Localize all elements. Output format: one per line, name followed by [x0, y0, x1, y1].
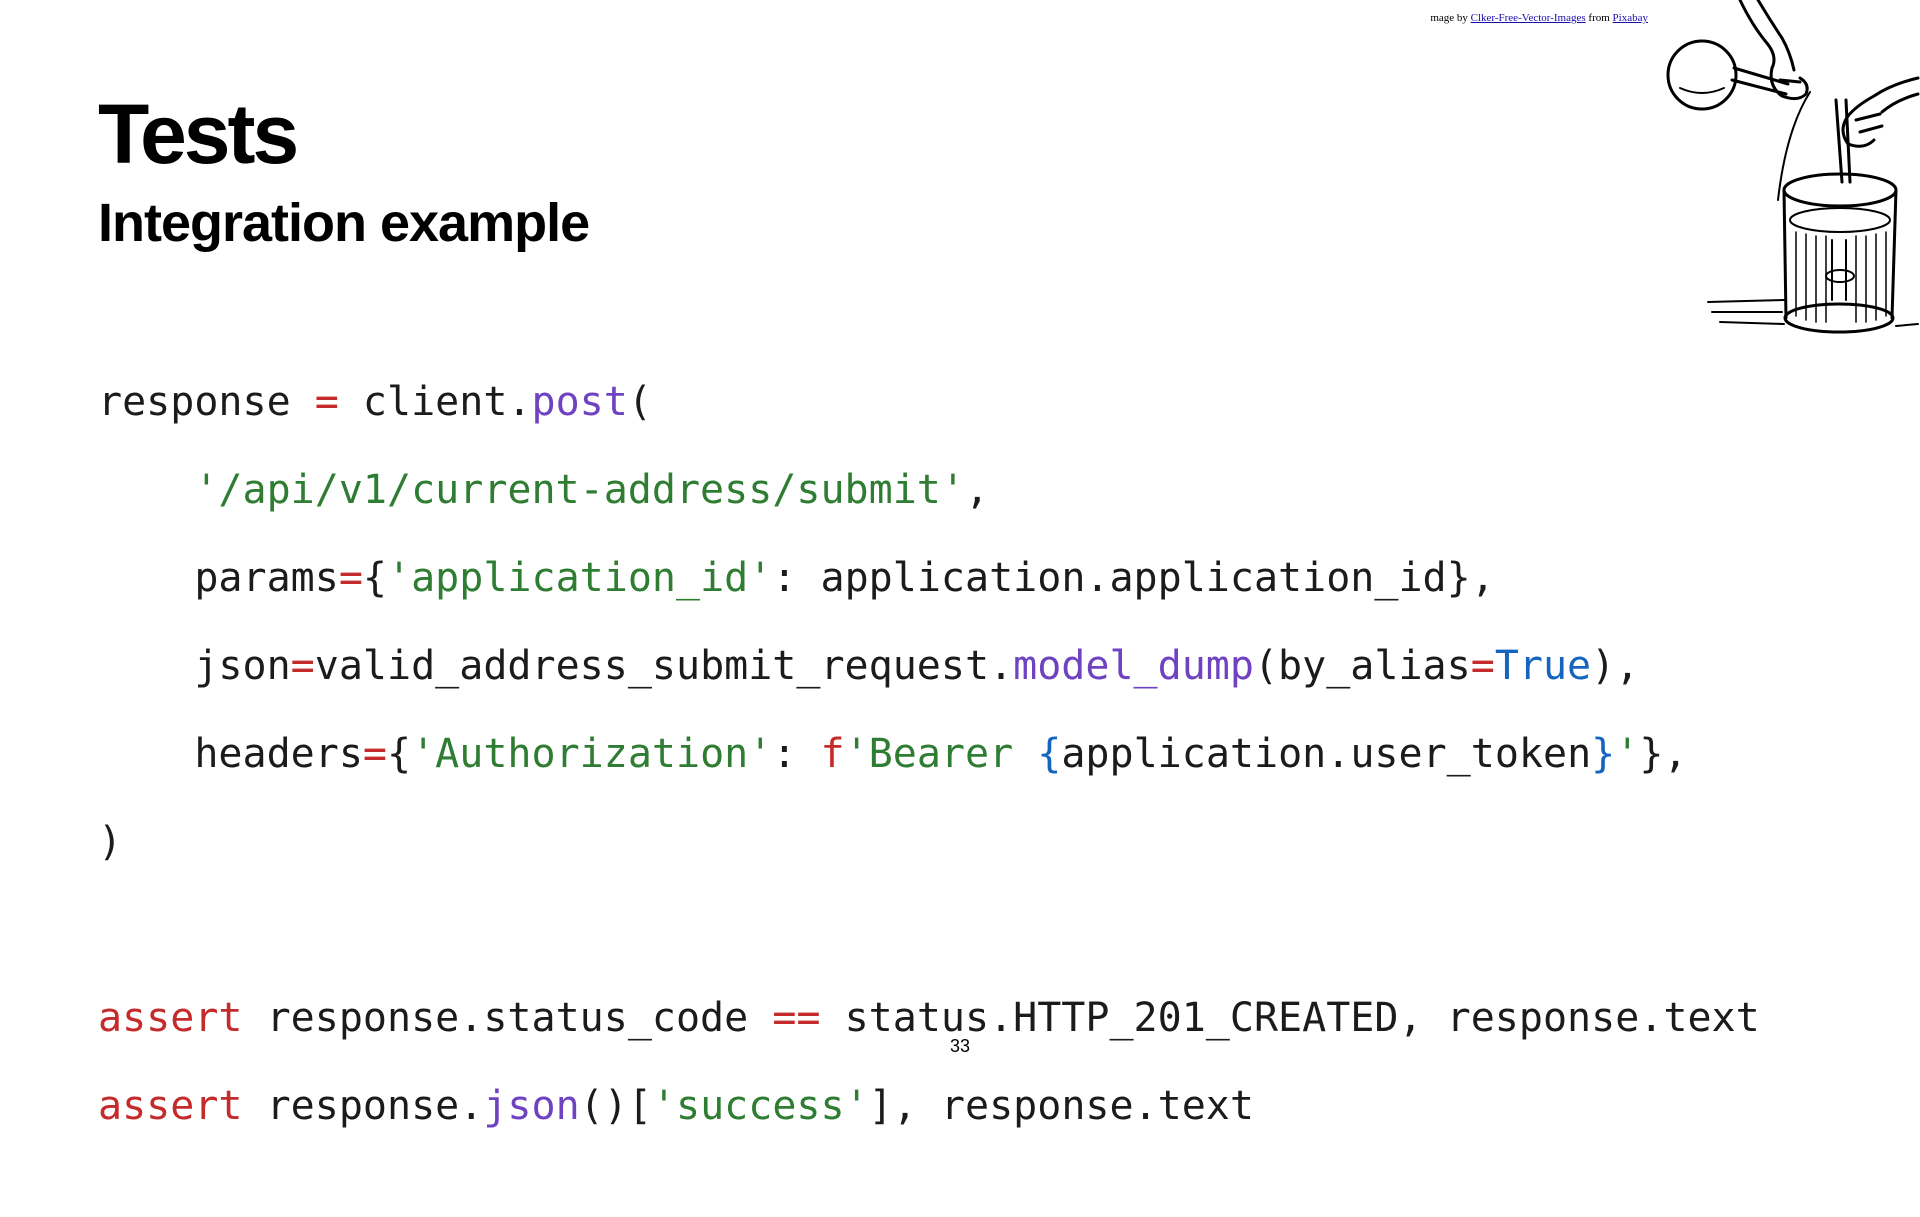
code-token: }, [1639, 731, 1688, 777]
code-token: } [1591, 731, 1616, 777]
code-token: . [507, 379, 532, 425]
code-token: ()[ [579, 1083, 652, 1129]
code-token: post [531, 379, 628, 425]
code-token: client [362, 379, 508, 425]
code-token: f [820, 731, 845, 777]
code-token: , [964, 467, 990, 513]
code-line: headers={'Authorization': f'Bearer {appl… [98, 732, 1760, 776]
code-token: response [98, 379, 291, 425]
code-token: ' [1615, 731, 1640, 777]
code-token: application.user_token [1061, 731, 1592, 777]
code-token: = [338, 555, 363, 601]
code-block: response = client.post( '/api/v1/current… [98, 336, 1760, 1216]
code-token: response. [242, 1083, 484, 1129]
code-token: response.status_code [242, 995, 773, 1041]
code-token: status.HTTP_201_CREATED, response.text [820, 995, 1760, 1041]
code-line: json=valid_address_submit_request.model_… [98, 644, 1760, 688]
code-token: json [194, 643, 291, 689]
code-line: response = client.post( [98, 380, 1760, 424]
code-token: '/api/v1/current-address/submit' [194, 467, 965, 513]
code-line: '/api/v1/current-address/submit', [98, 468, 1760, 512]
code-token: : [772, 731, 821, 777]
code-token: = [362, 731, 387, 777]
page-number: 33 [949, 1036, 971, 1056]
code-token: assert [98, 995, 243, 1041]
code-token: = [290, 643, 315, 689]
code-token: : application.application_id}, [772, 555, 1495, 601]
code-token: True [1494, 643, 1592, 689]
credit-prefix: mage by [1430, 12, 1471, 24]
code-token: 'Bearer [844, 731, 1038, 777]
code-token: = [1470, 643, 1495, 689]
code-token: { [387, 731, 412, 777]
code-token: ], response.text [868, 1083, 1254, 1129]
code-token: = [290, 379, 363, 425]
code-token: model_dump [1013, 643, 1254, 689]
code-token: params [194, 555, 339, 601]
code-line: assert response.json()['success'], respo… [98, 1084, 1760, 1128]
code-token: 'success' [651, 1083, 869, 1129]
code-token: (by_alias [1253, 643, 1471, 689]
code-token: { [1037, 731, 1062, 777]
code-token: json [483, 1083, 580, 1129]
code-line: assert response.status_code == status.HT… [98, 996, 1760, 1040]
credit-middle: from [1585, 12, 1613, 24]
code-token: { [362, 555, 388, 601]
code-line: ) [98, 820, 1760, 864]
code-line: params={'application_id': application.ap… [98, 556, 1760, 600]
code-token: ), [1591, 643, 1640, 689]
code-token: ) [98, 819, 123, 865]
chemist-pouring-liquid-icon [1666, 0, 1920, 334]
code-token: == [772, 995, 821, 1041]
code-token: 'application_id' [387, 555, 773, 601]
credit-source-link[interactable]: Pixabay [1613, 12, 1648, 24]
code-token: assert [98, 1083, 243, 1129]
code-token: 'Authorization' [411, 731, 773, 777]
code-token: headers [194, 731, 363, 777]
slide-title: Tests [98, 87, 299, 181]
credit-author-link[interactable]: Clker-Free-Vector-Images [1471, 12, 1586, 24]
code-token: valid_address_submit_request. [314, 643, 1014, 689]
slide-subtitle: Integration example [98, 193, 590, 253]
code-token: ( [627, 379, 652, 425]
image-credit: mage by Clker-Free-Vector-Images from Pi… [1430, 12, 1648, 24]
